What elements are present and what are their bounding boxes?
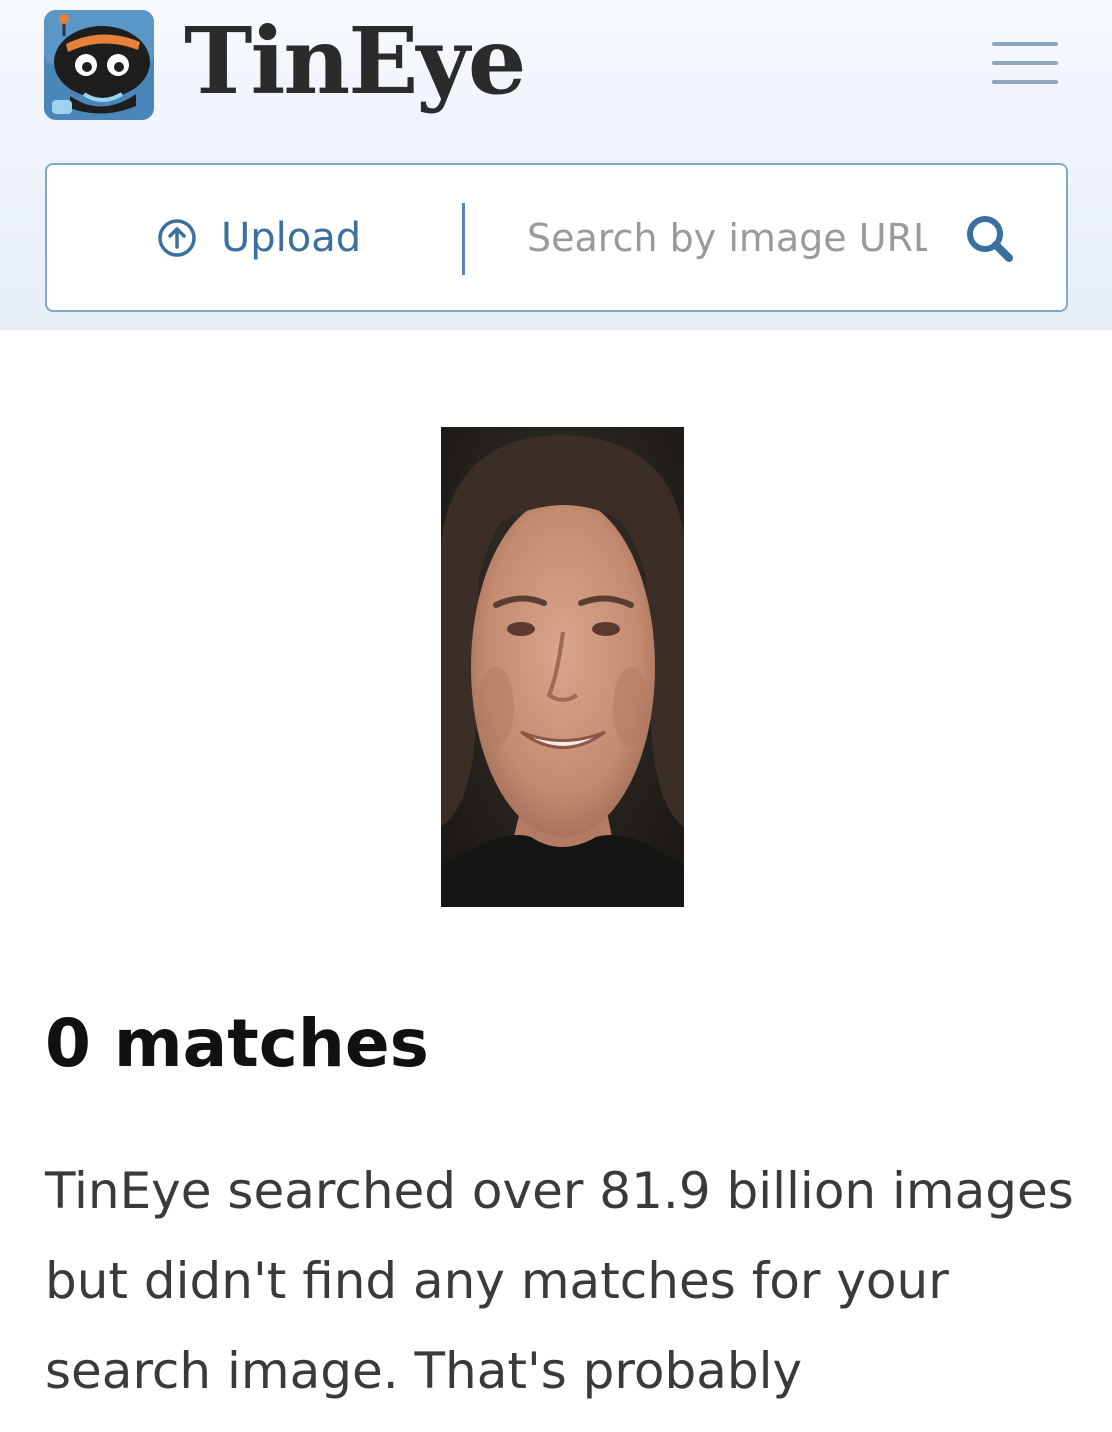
no-matches-message: TinEye searched over 81.9 billion images… [45,1162,1074,1400]
site-header: TinEye Upload [0,0,1112,330]
query-image [441,427,684,907]
menu-bar [992,42,1058,46]
tineye-logo[interactable]: TinEye [44,7,526,120]
robot-mascot-icon [44,10,154,120]
menu-bar [992,80,1058,84]
logo-wordmark: TinEye [184,7,526,115]
upload-button[interactable]: Upload [157,165,361,310]
matches-count-heading: 0 matches [45,1005,429,1082]
upload-label: Upload [221,214,362,261]
search-box: Upload [45,163,1068,312]
upload-arrow-icon [158,218,196,257]
search-icon[interactable] [962,211,1018,267]
search-divider [462,203,465,275]
image-url-input[interactable] [527,205,927,271]
menu-bar [992,61,1058,65]
hamburger-menu-icon[interactable] [990,40,1060,90]
